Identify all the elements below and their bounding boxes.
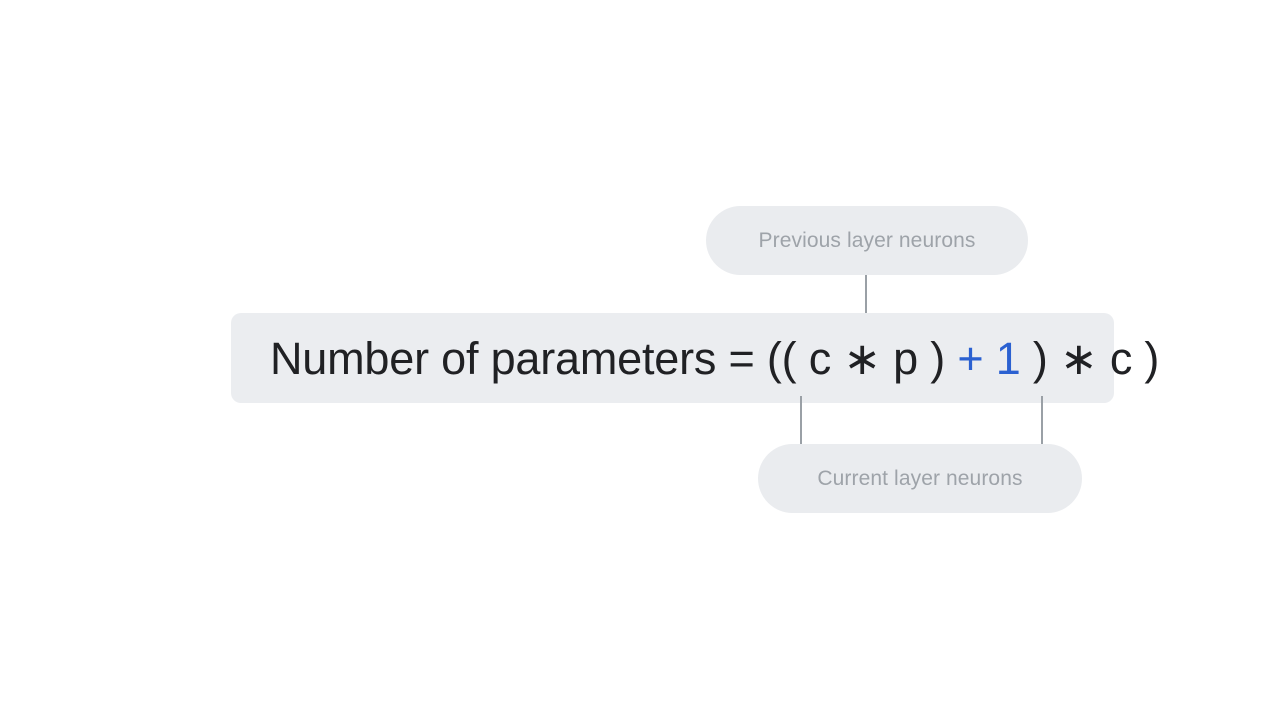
- callout-previous-layer-neurons: Previous layer neurons: [706, 206, 1028, 275]
- formula-token-close-paren: ): [1020, 332, 1060, 384]
- formula-bar: Number of parameters = (( c ∗ p ) + 1 ) …: [231, 313, 1159, 403]
- formula-token-previous-variable: p ): [880, 332, 958, 384]
- formula-token-lead: Number of parameters = (( c: [270, 332, 844, 384]
- callout-previous-layer-label: Previous layer neurons: [758, 228, 976, 252]
- connector-line-current-layer-left: [800, 396, 802, 446]
- connector-line-current-layer-right: [1041, 396, 1043, 446]
- callout-current-layer-neurons: Current layer neurons: [758, 444, 1082, 513]
- formula-token-current-variable: c ): [1097, 332, 1160, 384]
- formula-token-multiply-second: ∗: [1060, 332, 1098, 384]
- formula-token-bias: + 1: [957, 332, 1021, 384]
- formula-expression: Number of parameters = (( c ∗ p ) + 1 ) …: [270, 336, 1159, 381]
- callout-current-layer-label: Current layer neurons: [817, 466, 1023, 490]
- slide-canvas: Previous layer neurons Number of paramet…: [0, 0, 1280, 720]
- formula-token-multiply-first: ∗: [843, 332, 881, 384]
